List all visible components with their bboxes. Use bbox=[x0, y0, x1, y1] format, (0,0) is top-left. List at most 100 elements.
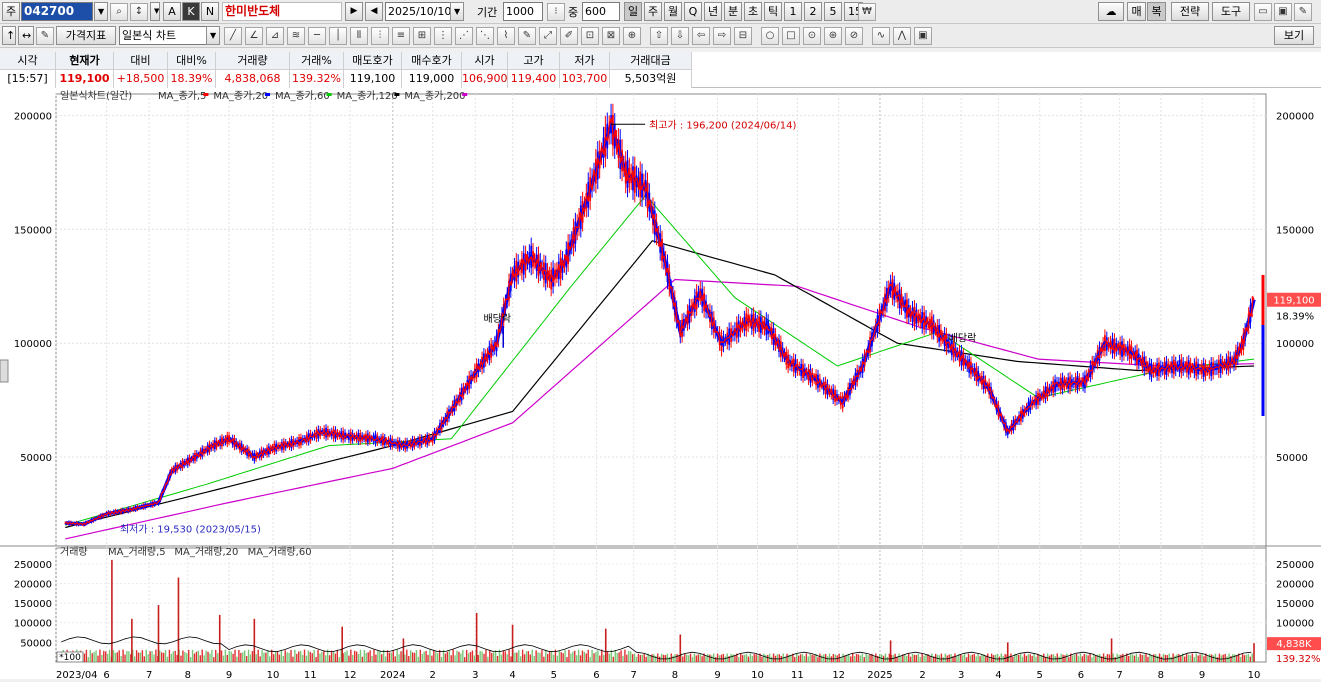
channel-2-icon[interactable]: ⋱ bbox=[476, 27, 494, 45]
chart-type-dropdown-icon[interactable]: ▼ bbox=[206, 26, 220, 45]
period-button-1[interactable]: 주 bbox=[644, 2, 662, 21]
angle-line-icon[interactable]: ∠ bbox=[245, 27, 263, 45]
wrench-icon[interactable]: ✎ bbox=[1294, 3, 1312, 21]
folder-open-icon[interactable]: ▭ bbox=[1254, 3, 1272, 21]
market-prefix-button[interactable]: 주 bbox=[2, 2, 20, 21]
right-button-3[interactable]: 도구 bbox=[1212, 2, 1250, 21]
x-tick-label: 8 bbox=[1158, 670, 1164, 679]
sort-dropdown-icon[interactable]: ▼ bbox=[150, 2, 160, 21]
chart-type-select[interactable]: 일본식 차트 bbox=[119, 26, 209, 45]
x-tick-label: 7 bbox=[146, 670, 152, 679]
period-button-10[interactable]: 5 bbox=[824, 2, 842, 21]
pencil-icon[interactable]: ✎ bbox=[518, 27, 536, 45]
fibo-2-icon[interactable]: ⫶ bbox=[371, 27, 389, 45]
cycle-icon[interactable]: ⌇ bbox=[497, 27, 515, 45]
circle-icon[interactable]: ○ bbox=[761, 27, 779, 45]
page-icon[interactable]: ⊟ bbox=[734, 27, 752, 45]
btn-a[interactable]: A bbox=[163, 2, 181, 21]
fan-icon[interactable]: ≋ bbox=[287, 27, 305, 45]
x-tick-label: 4 bbox=[995, 670, 1001, 679]
marker-icon[interactable]: ✐ bbox=[560, 27, 578, 45]
play-prev-icon[interactable]: ◀ bbox=[365, 2, 383, 21]
volume-legend-0: MA_거래량,5 bbox=[108, 546, 166, 558]
fibo-3-icon[interactable]: ≡ bbox=[392, 27, 410, 45]
sort-icon[interactable]: ↕ bbox=[130, 3, 148, 21]
fill-icon[interactable]: ▣ bbox=[914, 27, 932, 45]
legend-swatch-4 bbox=[462, 93, 468, 96]
save-icon[interactable]: ▣ bbox=[1274, 3, 1292, 21]
target-icon[interactable]: ⊙ bbox=[803, 27, 821, 45]
quote-value-7: 119,000 bbox=[402, 70, 462, 88]
triangle-icon[interactable]: ⊿ bbox=[266, 27, 284, 45]
peak-icon[interactable]: ⋀ bbox=[893, 27, 911, 45]
crosshair-icon[interactable]: ⊕ bbox=[623, 27, 641, 45]
stock-code-input[interactable]: 042700 bbox=[21, 2, 93, 21]
right-button-2[interactable]: 전략 bbox=[1171, 2, 1209, 21]
period-button-6[interactable]: 초 bbox=[744, 2, 762, 21]
x-tick-label: 10 bbox=[751, 670, 764, 679]
wave-icon[interactable]: ∿ bbox=[872, 27, 890, 45]
period-button-3[interactable]: Q bbox=[684, 2, 702, 21]
quote-header-6: 매도호가 bbox=[344, 52, 402, 70]
view-button[interactable]: 보기 bbox=[1274, 26, 1314, 45]
dots-icon[interactable]: ⋮ bbox=[434, 27, 452, 45]
quote-table: 시각 [15:57] 현재가 119,100 대비 +18,500 대비% 18.39% 거래량… bbox=[0, 52, 1321, 88]
period-button-8[interactable]: 1 bbox=[784, 2, 802, 21]
search-icon[interactable]: ⌕ bbox=[110, 3, 128, 21]
arrow-up-icon[interactable]: ↑ bbox=[2, 26, 16, 45]
channel-1-icon[interactable]: ⋰ bbox=[455, 27, 473, 45]
vertical-line-icon[interactable]: │ bbox=[329, 27, 347, 45]
dividend-label-2: 배당락 bbox=[949, 332, 977, 344]
fibo-1-icon[interactable]: ⫴ bbox=[350, 27, 368, 45]
right-button-0[interactable]: 매 bbox=[1127, 2, 1146, 21]
expand-horizontal-icon[interactable]: ↔ bbox=[18, 26, 34, 45]
x-tick-label: 10 bbox=[267, 670, 280, 679]
x-tick-label: 9 bbox=[714, 670, 720, 679]
trend-line-icon[interactable]: ╱ bbox=[224, 27, 242, 45]
arrow-right-icon[interactable]: ⇨ bbox=[713, 27, 731, 45]
price-indicator-button[interactable]: 가격지표 bbox=[56, 26, 116, 45]
period-button-2[interactable]: 월 bbox=[664, 2, 682, 21]
arrow-left-icon[interactable]: ⇦ bbox=[692, 27, 710, 45]
legend-entry-4: MA_종가,200 bbox=[404, 90, 465, 102]
count-input[interactable]: 600 bbox=[582, 2, 620, 21]
legend-swatch-1 bbox=[265, 93, 270, 96]
period-button-7[interactable]: 틱 bbox=[764, 2, 782, 21]
box-x-icon[interactable]: ⊠ bbox=[602, 27, 620, 45]
grid-icon[interactable]: ⁝ bbox=[547, 3, 565, 21]
arrow-down-icon[interactable]: ⇩ bbox=[671, 27, 689, 45]
period-button-5[interactable]: 분 bbox=[724, 2, 742, 21]
legend-entry-3: MA_종가,120 bbox=[337, 90, 398, 102]
horizontal-line-icon[interactable]: ─ bbox=[308, 27, 326, 45]
arrow-up-icon[interactable]: ⇧ bbox=[650, 27, 668, 45]
rectangle-icon[interactable]: □ bbox=[782, 27, 800, 45]
no-entry-icon[interactable]: ⊘ bbox=[845, 27, 863, 45]
x-tick-label: 3 bbox=[472, 670, 478, 679]
date-dropdown-icon[interactable]: ▼ bbox=[450, 2, 464, 21]
right-button-1[interactable]: 복 bbox=[1147, 2, 1166, 21]
grid-tool-icon[interactable]: ⊞ bbox=[413, 27, 431, 45]
period-input[interactable]: 1000 bbox=[503, 2, 543, 21]
cloud-icon[interactable]: ☁ bbox=[1098, 2, 1124, 21]
quote-header-8: 시가 bbox=[462, 52, 508, 70]
date-input[interactable]: 2025/10/10 bbox=[385, 2, 451, 21]
stock-code-dropdown-icon[interactable]: ▼ bbox=[94, 2, 108, 21]
period-button-9[interactable]: 2 bbox=[804, 2, 822, 21]
btn-n[interactable]: N bbox=[201, 2, 219, 21]
y-tick-label-right: 150000 bbox=[1276, 225, 1314, 236]
volume-unit-label: *100 bbox=[59, 653, 81, 663]
volume-tick-label-left: 200000 bbox=[14, 579, 52, 590]
measure-icon[interactable]: ⤢ bbox=[539, 27, 557, 45]
period-button-4[interactable]: 년 bbox=[704, 2, 722, 21]
period-button-0[interactable]: 일 bbox=[624, 2, 642, 21]
settings-icon[interactable]: ⊛ bbox=[824, 27, 842, 45]
quote-header-2: 대비 bbox=[114, 52, 168, 70]
box-icon[interactable]: ⊡ bbox=[581, 27, 599, 45]
x-tick-label: 11 bbox=[304, 670, 317, 679]
edit-note-icon[interactable]: ✎ bbox=[36, 27, 54, 45]
play-next-icon[interactable]: ▶ bbox=[345, 2, 363, 21]
panel-collapse-handle[interactable] bbox=[0, 359, 9, 383]
calculator-icon[interactable]: ₩ bbox=[858, 3, 876, 21]
legend-entry-1: MA_종가,20 bbox=[213, 90, 268, 102]
btn-k[interactable]: K bbox=[182, 2, 200, 21]
